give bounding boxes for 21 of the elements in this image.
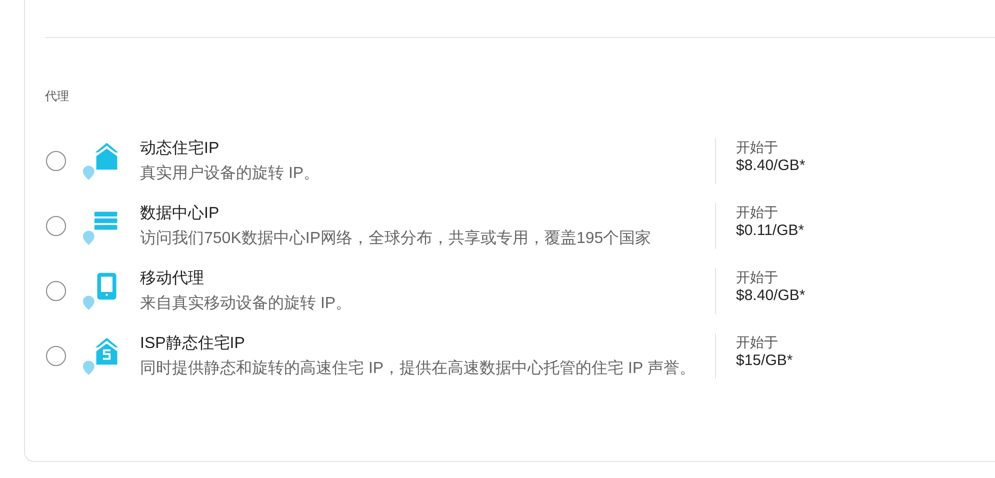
- price-text: $15/GB*: [736, 351, 793, 371]
- price-text: $8.40/GB*: [736, 286, 806, 306]
- option-description: 同时提供静态和旋转的高速住宅 IP，提供在高速数据中心托管的住宅 IP 声誉。: [140, 359, 696, 379]
- radio-button[interactable]: [46, 281, 66, 301]
- option-title: ISP静态住宅IP: [140, 334, 246, 354]
- option-description: 真实用户设备的旋转 IP。: [140, 164, 321, 184]
- option-title: 数据中心IP: [140, 204, 220, 224]
- section-label: 代理: [45, 88, 70, 105]
- option-description: 来自真实移动设备的旋转 IP。: [140, 294, 353, 314]
- price-text: $0.11/GB*: [736, 221, 804, 241]
- price-text: $8.40/GB*: [736, 156, 806, 176]
- radio-button[interactable]: [46, 346, 66, 366]
- price-label: 开始于: [736, 203, 779, 221]
- option-title: 移动代理: [140, 269, 205, 289]
- price-label: 开始于: [736, 138, 779, 156]
- option-title: 动态住宅IP: [140, 138, 220, 159]
- price-label: 开始于: [736, 268, 779, 286]
- price-label: 开始于: [736, 333, 779, 351]
- radio-button[interactable]: [46, 216, 66, 236]
- radio-button[interactable]: [46, 151, 66, 171]
- option-description: 访问我们750K数据中心IP网络，全球分布，共享或专用，覆盖195个国家: [140, 229, 652, 249]
